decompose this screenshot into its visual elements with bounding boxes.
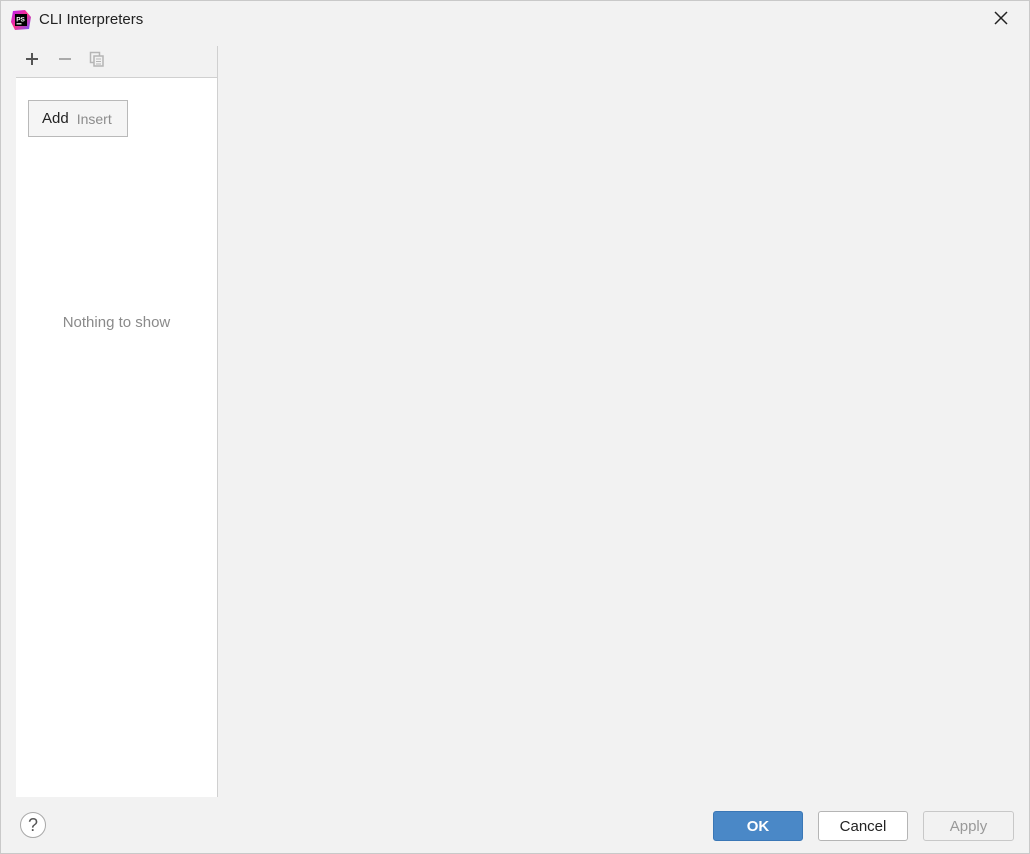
dialog-title: CLI Interpreters bbox=[39, 11, 144, 28]
apply-button[interactable]: Apply bbox=[923, 811, 1014, 841]
add-popup-button[interactable]: Add Insert bbox=[28, 100, 128, 137]
interpreters-list[interactable]: Add Insert Nothing to show bbox=[16, 78, 217, 797]
interpreters-list-panel: Add Insert Nothing to show bbox=[16, 46, 218, 797]
ok-label: OK bbox=[746, 817, 770, 835]
copy-icon bbox=[89, 51, 105, 71]
insert-shortcut-hint: Insert bbox=[76, 110, 112, 127]
title-bar: PS CLI Interpreters bbox=[1, 1, 1029, 39]
apply-label: Apply bbox=[949, 817, 988, 835]
add-label: Add bbox=[42, 110, 69, 127]
close-icon bbox=[994, 11, 1008, 29]
ok-button[interactable]: OK bbox=[713, 811, 803, 841]
phpstorm-icon: PS bbox=[11, 10, 31, 30]
list-toolbar bbox=[16, 46, 217, 78]
empty-list-message: Nothing to show bbox=[62, 314, 171, 331]
minus-icon bbox=[58, 52, 72, 70]
cancel-label: Cancel bbox=[839, 817, 887, 835]
close-button[interactable] bbox=[987, 7, 1015, 33]
svg-text:PS: PS bbox=[16, 17, 25, 24]
plus-icon bbox=[25, 52, 39, 70]
copy-interpreter-button[interactable] bbox=[85, 50, 109, 72]
cancel-button[interactable]: Cancel bbox=[818, 811, 908, 841]
add-interpreter-button[interactable] bbox=[20, 50, 44, 72]
cli-interpreters-dialog: PS CLI Interpreters Add Insert Nothing t… bbox=[0, 0, 1030, 854]
help-button[interactable]: ? bbox=[20, 812, 46, 838]
help-label: ? bbox=[27, 814, 38, 835]
remove-interpreter-button[interactable] bbox=[53, 50, 77, 72]
